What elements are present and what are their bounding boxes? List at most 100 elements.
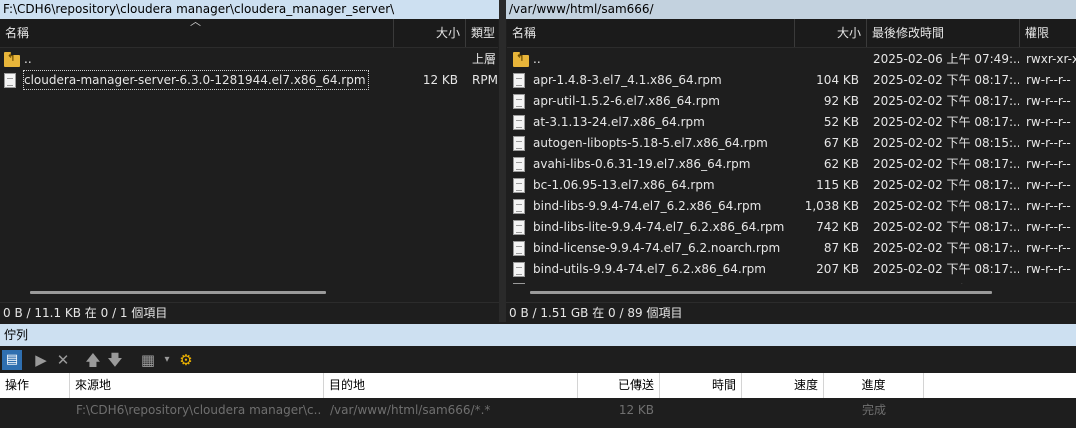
remote-list-header: 名稱 大小 最後修改時間 權限	[507, 19, 1076, 48]
queue-toolbar: ▤ ▶ ✕ 🡅 🡇 ▦ ▾ ⚙	[0, 346, 1076, 373]
queue-col-source[interactable]: 來源地	[70, 373, 324, 398]
remote-file-name: autogen-libopts-5.18-5.el7.x86_64.rpm	[533, 136, 768, 150]
sort-ascending-icon: ︿	[190, 15, 201, 28]
queue-row-progress: 完成	[861, 403, 886, 417]
local-file-size: 12 KB	[422, 73, 458, 87]
remote-file-permissions: rw-r--r--	[1026, 136, 1071, 150]
remote-file-name: avahi-libs-0.6.31-19.el7.x86_64.rpm	[533, 157, 751, 171]
remote-file-size: 10,234 KB	[795, 280, 859, 284]
remote-file-row[interactable]: bind-license-9.9.4-74.el7_6.2.noarch.rpm…	[507, 238, 1076, 259]
file-icon	[513, 115, 525, 130]
remote-file-permissions: rw-r--r--	[1026, 94, 1071, 108]
remote-file-size: 92 KB	[823, 94, 859, 108]
remote-file-row[interactable]: apr-util-1.5.2-6.el7.x86_64.rpm 92 KB 2025…	[507, 91, 1076, 112]
queue-row[interactable]: F:\CDH6\repository\cloudera manager\c...…	[0, 398, 1076, 422]
remote-file-size: 62 KB	[823, 157, 859, 171]
queue-row-source: F:\CDH6\repository\cloudera manager\c...	[76, 403, 322, 417]
parent-folder-icon: ↰	[4, 52, 20, 67]
local-horizontal-scrollbar[interactable]	[30, 291, 326, 294]
remote-path-bar[interactable]: /var/www/html/sam666/	[506, 0, 1076, 19]
remote-file-row[interactable]: bind-utils-9.9.4-74.el7_6.2.x86_64.rpm 20…	[507, 259, 1076, 280]
queue-row-operation	[5, 398, 65, 422]
local-list-header: 名稱 ︿ 大小 類型	[0, 15, 498, 48]
local-file-name: ..	[24, 52, 32, 66]
remote-file-size: 104 KB	[816, 73, 859, 87]
remote-file-modified: 2025-02-02 下午 08:19:...	[873, 280, 1019, 284]
stop-icon[interactable]: ✕	[54, 350, 72, 370]
local-path-bar[interactable]: F:\CDH6\repository\cloudera manager\clou…	[0, 0, 500, 19]
remote-status-bar: 0 B / 1.51 GB 在 0 / 89 個項目	[506, 302, 1076, 322]
local-col-type[interactable]: 類型	[466, 19, 498, 47]
queue-col-progress[interactable]: 進度	[824, 373, 924, 398]
batch-icon[interactable]: ▦	[138, 350, 158, 370]
remote-file-size	[795, 49, 859, 70]
remote-file-name: cloudera-manager-agent-6.3.0-1281944.el.…	[533, 280, 791, 284]
local-col-size[interactable]: 大小	[394, 19, 466, 47]
remote-file-row[interactable]: bind-libs-9.9.4-74.el7_6.2.x86_64.rpm 1,0…	[507, 196, 1076, 217]
remote-file-size: 52 KB	[823, 115, 859, 129]
remote-file-row[interactable]: bc-1.06.95-13.el7.x86_64.rpm 115 KB 2025-0…	[507, 175, 1076, 196]
move-down-icon[interactable]: 🡇	[106, 350, 124, 370]
queue-col-destination[interactable]: 目的地	[324, 373, 578, 398]
remote-col-size[interactable]: 大小	[795, 19, 867, 47]
queue-col-speed[interactable]: 速度	[742, 373, 824, 398]
remote-file-row[interactable]: bind-libs-lite-9.9.4-74.el7_6.2.x86_64.r…	[507, 217, 1076, 238]
remote-file-modified: 2025-02-02 下午 08:17:...	[873, 94, 1019, 108]
remote-file-modified: 2025-02-02 下午 08:17:...	[873, 220, 1019, 234]
local-file-name: cloudera-manager-server-6.3.0-1281944.el…	[23, 70, 369, 90]
remote-file-modified: 2025-02-06 上午 07:49:...	[873, 52, 1019, 66]
remote-file-modified: 2025-02-02 下午 08:17:...	[873, 199, 1019, 213]
remote-file-modified: 2025-02-02 下午 08:17:...	[873, 241, 1019, 255]
local-status-bar: 0 B / 11.1 KB 在 0 / 1 個項目	[0, 302, 499, 322]
gear-icon[interactable]: ⚙	[176, 350, 196, 370]
remote-file-permissions: rw-r--r--	[1026, 241, 1071, 255]
file-icon	[513, 199, 525, 214]
remote-col-permissions[interactable]: 權限	[1020, 19, 1076, 47]
queue-row-speed	[742, 398, 818, 422]
remote-col-modified[interactable]: 最後修改時間	[867, 19, 1020, 47]
remote-file-size: 87 KB	[823, 241, 859, 255]
remote-file-permissions: rw-r--r--	[1026, 199, 1071, 213]
file-icon	[513, 178, 525, 193]
file-icon	[513, 94, 525, 109]
local-file-row[interactable]: cloudera-manager-server-6.3.0-1281944.el…	[0, 70, 498, 91]
remote-file-modified: 2025-02-02 下午 08:17:...	[873, 115, 1019, 129]
pane-splitter[interactable]	[499, 0, 506, 322]
remote-file-size: 67 KB	[823, 136, 859, 150]
file-icon	[513, 136, 525, 151]
remote-file-modified: 2025-02-02 下午 08:15:...	[873, 136, 1019, 150]
move-up-icon[interactable]: 🡅	[84, 350, 102, 370]
file-icon	[4, 73, 16, 88]
remote-file-permissions: rw-r--r--	[1026, 115, 1071, 129]
remote-file-row[interactable]: at-3.1.13-24.el7.x86_64.rpm 52 KB 2025-02-…	[507, 112, 1076, 133]
queue-title-bar: 佇列	[0, 324, 1076, 346]
local-file-row[interactable]: ↰.. 上層	[0, 49, 498, 70]
queue-col-transferred[interactable]: 已傳送	[578, 373, 660, 398]
remote-file-name: bc-1.06.95-13.el7.x86_64.rpm	[533, 178, 715, 192]
remote-file-modified: 2025-02-02 下午 08:17:...	[873, 178, 1019, 192]
file-icon	[513, 283, 525, 284]
queue-transfer-icon[interactable]: ▤	[2, 350, 22, 370]
queue-col-time[interactable]: 時間	[660, 373, 742, 398]
remote-file-row[interactable]: autogen-libopts-5.18-5.el7.x86_64.rpm 67 …	[507, 133, 1076, 154]
remote-file-name: bind-libs-9.9.4-74.el7_6.2.x86_64.rpm	[533, 199, 762, 213]
remote-file-name: bind-utils-9.9.4-74.el7_6.2.x86_64.rpm	[533, 262, 766, 276]
remote-file-row[interactable]: cloudera-manager-agent-6.3.0-1281944.el.…	[507, 280, 1076, 284]
local-file-type: RPM	[472, 73, 498, 87]
remote-file-row[interactable]: apr-1.4.8-3.el7_4.1.x86_64.rpm 104 KB 2025…	[507, 70, 1076, 91]
remote-file-name: ..	[533, 52, 541, 66]
queue-col-operation[interactable]: 操作	[0, 373, 70, 398]
remote-file-row[interactable]: avahi-libs-0.6.31-19.el7.x86_64.rpm 62 KB…	[507, 154, 1076, 175]
play-icon[interactable]: ▶	[32, 350, 50, 370]
remote-horizontal-scrollbar[interactable]	[530, 291, 992, 294]
remote-file-permissions: rw-r--r--	[1026, 262, 1071, 276]
remote-file-permissions: rw-r--r--	[1026, 73, 1071, 87]
remote-file-permissions: rw-r--r--	[1026, 280, 1076, 284]
remote-file-row[interactable]: ↰.. 2025-02-06 上午 07:49:... rwxr-xr-x	[507, 49, 1076, 70]
queue-row-destination: /var/www/html/sam666/*.*	[330, 403, 491, 417]
chevron-down-icon[interactable]: ▾	[160, 350, 174, 370]
remote-col-name[interactable]: 名稱	[507, 19, 795, 47]
remote-file-name: at-3.1.13-24.el7.x86_64.rpm	[533, 115, 705, 129]
local-file-size	[394, 49, 458, 70]
remote-file-list[interactable]: ↰.. 2025-02-06 上午 07:49:... rwxr-xr-x apr-1…	[507, 48, 1076, 284]
